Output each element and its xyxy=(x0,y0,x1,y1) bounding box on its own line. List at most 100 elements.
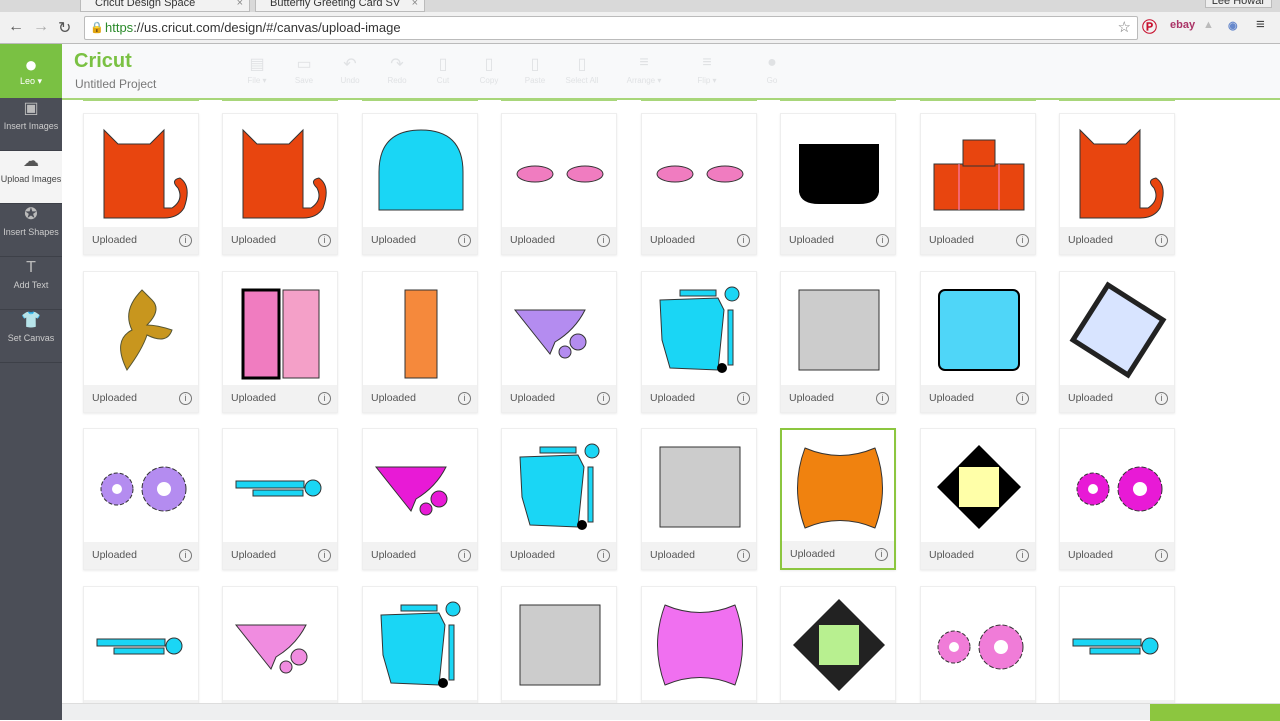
back-icon[interactable]: ← xyxy=(8,18,24,36)
uploaded-image-card[interactable]: Uploadedi xyxy=(641,585,757,703)
cricut-logo[interactable]: Cricut xyxy=(74,50,132,73)
close-icon[interactable]: × xyxy=(412,0,418,11)
uploaded-image-card[interactable]: Uploadedi xyxy=(501,113,617,255)
toolbar-paste-button[interactable]: ▯ Paste xyxy=(515,54,555,85)
uploaded-image-card[interactable]: Uploadedi xyxy=(1059,428,1175,570)
info-icon[interactable]: i xyxy=(597,549,610,562)
uploaded-image-card[interactable]: Uploadedi xyxy=(920,585,1036,703)
toolbar-cut-button[interactable]: ▯ Cut xyxy=(423,54,463,85)
uploaded-image-card[interactable]: Uploadedi xyxy=(1059,270,1175,413)
uploaded-image-card[interactable]: Uploadedi xyxy=(641,270,757,413)
uploaded-image-card[interactable]: Uploadedi xyxy=(362,113,478,255)
url-input[interactable]: 🔒 https://us.cricut.com/design/#/canvas/u… xyxy=(84,16,1138,40)
uploaded-image-card[interactable]: Uploadedi xyxy=(641,428,757,570)
uploaded-image-card[interactable]: Uploadedi xyxy=(920,428,1036,570)
reload-icon[interactable]: ↻ xyxy=(58,18,71,38)
info-icon[interactable]: i xyxy=(1016,549,1029,562)
toolbar-go-button[interactable]: ● Go xyxy=(752,54,792,85)
info-icon[interactable]: i xyxy=(875,548,888,561)
card-partial[interactable] xyxy=(1059,100,1175,101)
toolbar-save-button[interactable]: ▭ Save xyxy=(284,54,324,85)
uploaded-image-card[interactable]: Uploadedi xyxy=(780,585,896,703)
toolbar-arrange-button[interactable]: ≡ Arrange ▾ xyxy=(624,54,664,85)
sidebar-item-upload-images[interactable]: ☁ Upload Images xyxy=(0,151,62,204)
card-partial[interactable] xyxy=(83,100,199,101)
info-icon[interactable]: i xyxy=(1016,391,1029,405)
info-icon[interactable]: i xyxy=(318,234,331,247)
user-menu[interactable]: ● Leo ▾ xyxy=(0,44,62,98)
info-icon[interactable]: i xyxy=(1016,234,1029,247)
uploaded-image-card[interactable]: Uploadedi xyxy=(83,585,199,703)
uploaded-image-card[interactable]: Uploadedi xyxy=(501,428,617,570)
uploaded-image-card[interactable]: Uploadedi xyxy=(362,428,478,570)
uploaded-image-card[interactable]: Uploadedi xyxy=(222,585,338,703)
extension-icon[interactable]: ◉ xyxy=(1228,19,1238,32)
info-icon[interactable]: i xyxy=(876,234,889,247)
info-icon[interactable]: i xyxy=(1155,549,1168,562)
uploaded-image-card[interactable]: Uploadedi xyxy=(780,428,896,570)
pinterest-icon[interactable]: Ⓟ xyxy=(1142,16,1157,37)
uploaded-image-card[interactable]: Uploadedi xyxy=(920,270,1036,413)
make-it-button[interactable] xyxy=(1150,704,1280,721)
uploaded-image-card[interactable]: Uploadedi xyxy=(501,270,617,413)
toolbar-select-all-button[interactable]: ▯ Select All xyxy=(562,54,602,85)
info-icon[interactable]: i xyxy=(737,549,750,562)
toolbar-flip-button[interactable]: ≡ Flip ▾ xyxy=(687,54,727,85)
toolbar-undo-button[interactable]: ↶ Undo xyxy=(330,54,370,85)
bookmark-star-icon[interactable]: ☆ xyxy=(1118,17,1131,39)
forward-icon[interactable]: → xyxy=(33,18,49,36)
uploaded-image-card[interactable]: Uploadedi xyxy=(83,113,199,255)
info-icon[interactable]: i xyxy=(876,391,889,405)
card-partial[interactable] xyxy=(780,100,896,101)
card-partial[interactable] xyxy=(362,100,478,101)
uploaded-image-card[interactable]: Uploadedi xyxy=(83,428,199,570)
uploaded-image-card[interactable]: Uploadedi xyxy=(780,270,896,413)
toolbar-redo-button[interactable]: ↷ Redo xyxy=(377,54,417,85)
info-icon[interactable]: i xyxy=(597,391,610,405)
info-icon[interactable]: i xyxy=(179,549,192,562)
info-icon[interactable]: i xyxy=(458,549,471,562)
tab-butterfly[interactable]: Butterfly Greeting Card SV × xyxy=(255,0,425,12)
uploaded-image-card[interactable]: Uploadedi xyxy=(1059,113,1175,255)
toolbar-file-button[interactable]: ▤ File ▾ xyxy=(237,54,277,85)
tab-cricut[interactable]: Cricut Design Space × xyxy=(80,0,250,12)
close-icon[interactable]: × xyxy=(237,0,243,11)
uploaded-image-card[interactable]: Uploadedi xyxy=(920,113,1036,255)
uploaded-image-card[interactable]: Uploadedi xyxy=(1059,585,1175,703)
ebay-icon[interactable]: ebay xyxy=(1170,19,1195,31)
card-partial[interactable] xyxy=(222,100,338,101)
info-icon[interactable]: i xyxy=(737,391,750,405)
info-icon[interactable]: i xyxy=(737,234,750,247)
info-icon[interactable]: i xyxy=(179,391,192,405)
uploaded-image-card[interactable]: Uploadedi xyxy=(641,113,757,255)
card-partial[interactable] xyxy=(920,100,1036,101)
uploaded-image-card[interactable]: Uploadedi xyxy=(222,113,338,255)
image-thumbnail-diamond-yellow xyxy=(937,445,1021,529)
toolbar-copy-button[interactable]: ▯ Copy xyxy=(469,54,509,85)
info-icon[interactable]: i xyxy=(179,234,192,247)
uploaded-image-card[interactable]: Uploadedi xyxy=(501,585,617,703)
uploaded-image-card[interactable]: Uploadedi xyxy=(83,270,199,413)
uploaded-image-card[interactable]: Uploadedi xyxy=(362,270,478,413)
sidebar-item-add-text[interactable]: T Add Text xyxy=(0,257,62,310)
card-partial[interactable] xyxy=(641,100,757,101)
extension-icon[interactable]: ▲ xyxy=(1203,19,1214,31)
menu-icon[interactable]: ≡ xyxy=(1256,16,1265,33)
uploaded-image-card[interactable]: Uploadedi xyxy=(362,585,478,703)
uploaded-image-card[interactable]: Uploadedi xyxy=(222,428,338,570)
sidebar-item-set-canvas[interactable]: 👕 Set Canvas xyxy=(0,310,62,363)
card-partial[interactable] xyxy=(501,100,617,101)
browser-user[interactable]: Lee Howar xyxy=(1204,0,1272,8)
info-icon[interactable]: i xyxy=(1155,391,1168,405)
uploaded-image-card[interactable]: Uploadedi xyxy=(222,270,338,413)
info-icon[interactable]: i xyxy=(318,549,331,562)
uploaded-images-grid[interactable]: Uploaded i Uploaded i Uploaded i Uploaded i Uplo… xyxy=(62,100,1280,703)
info-icon[interactable]: i xyxy=(458,234,471,247)
info-icon[interactable]: i xyxy=(1155,234,1168,247)
info-icon[interactable]: i xyxy=(597,234,610,247)
sidebar-item-insert-images[interactable]: ▣ Insert Images xyxy=(0,98,62,151)
info-icon[interactable]: i xyxy=(318,391,331,405)
uploaded-image-card[interactable]: Uploadedi xyxy=(780,113,896,255)
sidebar-item-insert-shapes[interactable]: ✪ Insert Shapes xyxy=(0,204,62,257)
info-icon[interactable]: i xyxy=(458,391,471,405)
